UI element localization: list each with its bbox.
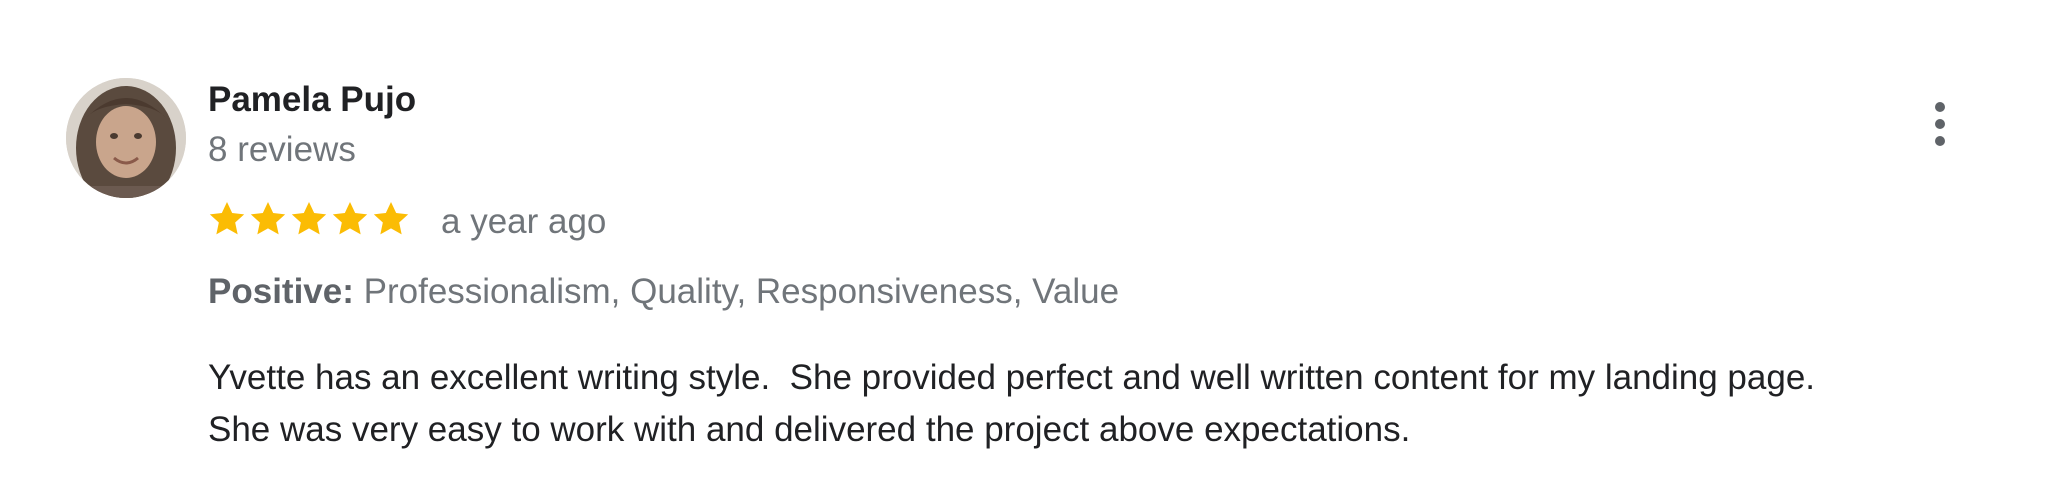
more-vert-icon-dot-bottom	[1935, 136, 1945, 146]
avatar-photo-icon	[66, 78, 186, 198]
review-text-line: Yvette has an excellent writing style. S…	[208, 358, 1816, 397]
more-vert-icon-dot-middle	[1935, 119, 1945, 129]
author-review-count: 8 reviews	[208, 130, 356, 169]
star-icon	[332, 202, 368, 235]
author-name[interactable]: Pamela Pujo	[208, 78, 416, 122]
star-icon	[291, 202, 327, 235]
star-icon	[250, 202, 286, 235]
more-options-button[interactable]	[1920, 96, 1960, 152]
review-date: a year ago	[441, 202, 607, 241]
star-icon	[373, 202, 409, 235]
more-vert-icon-dot-top	[1935, 102, 1945, 112]
attributes-values: Professionalism, Quality, Responsiveness…	[363, 272, 1120, 311]
attributes-label: Positive:	[208, 272, 354, 311]
review-attributes: Positive: Professionalism, Quality, Resp…	[208, 270, 1119, 314]
avatar[interactable]	[66, 78, 186, 198]
review-card: Pamela Pujo 8 reviews a year ago Positiv…	[0, 0, 2048, 482]
star-rating	[207, 198, 411, 242]
star-icon	[209, 202, 245, 235]
review-text: Yvette has an excellent writing style. S…	[208, 352, 2038, 456]
review-text-line: She was very easy to work with and deliv…	[208, 410, 1411, 449]
